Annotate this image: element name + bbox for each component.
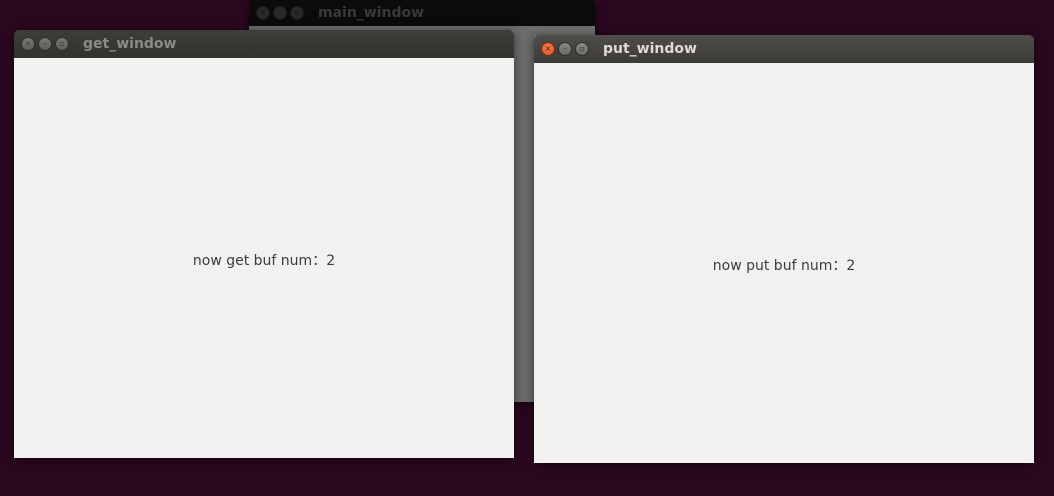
maximize-icon[interactable]: ▫ bbox=[55, 37, 69, 51]
main-window-title: main_window bbox=[318, 5, 425, 21]
minimize-icon[interactable]: – bbox=[558, 42, 572, 56]
get-window-controls: × – ▫ bbox=[21, 37, 69, 51]
close-icon[interactable]: × bbox=[541, 42, 555, 56]
put-window-content: now put buf num：2 bbox=[534, 63, 1034, 463]
main-window-titlebar[interactable]: × – ▫ main_window bbox=[249, 0, 595, 26]
put-window-titlebar[interactable]: × – ▫ put_window bbox=[534, 35, 1034, 63]
get-window[interactable]: × – ▫ get_window now get buf num：2 bbox=[14, 30, 514, 458]
minimize-icon[interactable]: – bbox=[273, 6, 287, 20]
put-window-controls: × – ▫ bbox=[541, 42, 589, 56]
maximize-icon[interactable]: ▫ bbox=[575, 42, 589, 56]
get-window-content: now get buf num：2 bbox=[14, 58, 514, 458]
close-icon[interactable]: × bbox=[21, 37, 35, 51]
main-window-controls: × – ▫ bbox=[256, 6, 304, 20]
desktop: × – ▫ main_window × – ▫ get_window now g… bbox=[0, 0, 1054, 496]
maximize-icon[interactable]: ▫ bbox=[290, 6, 304, 20]
close-icon[interactable]: × bbox=[256, 6, 270, 20]
get-window-titlebar[interactable]: × – ▫ get_window bbox=[14, 30, 514, 58]
get-window-title: get_window bbox=[83, 36, 177, 52]
put-window-title: put_window bbox=[603, 41, 697, 57]
put-window[interactable]: × – ▫ put_window now put buf num：2 bbox=[534, 35, 1034, 463]
minimize-icon[interactable]: – bbox=[38, 37, 52, 51]
put-buf-label: now put buf num：2 bbox=[712, 258, 856, 274]
get-buf-label: now get buf num：2 bbox=[192, 253, 336, 269]
